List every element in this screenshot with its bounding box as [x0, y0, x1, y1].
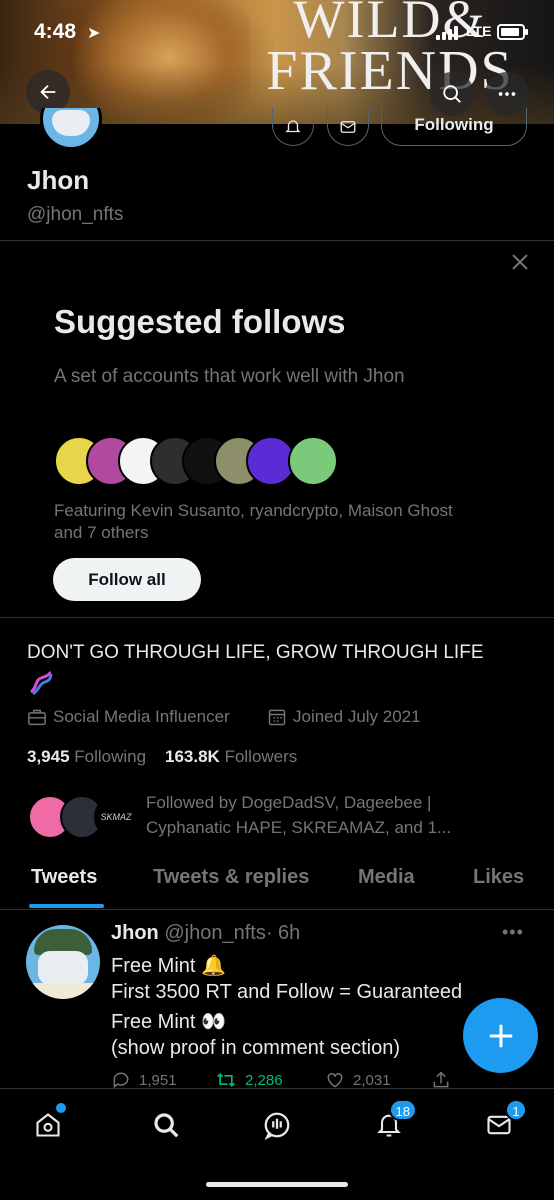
network-label: LTE — [466, 23, 492, 39]
followers-label: Followers — [224, 747, 298, 766]
followed-by-avatars[interactable]: SKMAZ — [28, 795, 138, 841]
search-icon — [443, 85, 461, 103]
message-button[interactable] — [327, 108, 369, 146]
messages-badge: 1 — [505, 1099, 527, 1121]
following-count: 3,945 — [27, 747, 70, 766]
tweet-header: Jhon @jhon_nfts· 6h — [111, 922, 300, 945]
battery-icon — [497, 24, 528, 40]
follow-all-button[interactable]: Follow all — [53, 558, 201, 601]
suggested-subtitle: A set of accounts that work well with Jh… — [54, 366, 405, 387]
featuring-line: and 7 others — [54, 523, 149, 542]
compose-tweet-button[interactable] — [463, 998, 538, 1073]
share-icon — [433, 1071, 449, 1088]
home-indicator[interactable] — [206, 1182, 348, 1187]
mail-icon — [340, 120, 356, 133]
notifications-badge: 18 — [388, 1099, 417, 1121]
profile-handle: @jhon_nfts — [27, 204, 124, 225]
following-button[interactable]: Following — [381, 108, 527, 146]
tweet-text-line: (show proof in comment section) — [111, 1037, 401, 1059]
followed-by-line: Cyphanatic HAPE, SKREAMAZ, and 1... — [146, 818, 452, 837]
tweet-text-line: First 3500 RT and Follow = Guaranteed — [111, 981, 463, 1003]
more-dots-icon — [498, 92, 516, 96]
tweet-author-name[interactable]: Jhon — [111, 922, 159, 944]
divider — [0, 617, 554, 618]
reply-icon — [113, 1072, 129, 1089]
following-label: Following — [74, 747, 147, 766]
tweet-author-handle[interactable]: @jhon_nfts — [164, 922, 265, 944]
reply-count: 1,951 — [139, 1071, 177, 1089]
category-text: Social Media Influencer — [53, 707, 230, 726]
active-tab-indicator — [29, 904, 104, 908]
notify-button[interactable] — [272, 108, 314, 146]
briefcase-icon — [28, 709, 46, 726]
joined-text: Joined July 2021 — [293, 707, 421, 726]
tab-likes[interactable]: Likes — [473, 866, 524, 889]
featuring-line: Featuring Kevin Susanto, ryandcrypto, Ma… — [54, 501, 453, 520]
followers-count: 163.8K — [165, 747, 220, 766]
heart-icon — [327, 1072, 343, 1088]
profile-tabs: Tweets Tweets & replies Media Likes — [0, 860, 554, 910]
close-icon — [512, 254, 528, 270]
retweet-button[interactable]: 2,286 — [215, 1070, 283, 1090]
profile-bio: DON'T GO THROUGH LIFE, GROW THROUGH LIFE — [27, 642, 484, 663]
search-icon — [154, 1113, 179, 1138]
like-button[interactable]: 2,031 — [325, 1070, 391, 1090]
retweet-count: 2,286 — [245, 1071, 283, 1089]
divider — [0, 240, 554, 241]
profile-avatar[interactable] — [40, 108, 102, 152]
tweet-more-icon[interactable]: ••• — [502, 922, 524, 943]
retweet-icon — [217, 1072, 235, 1088]
profile-joined: Joined July 2021 — [267, 707, 421, 727]
followed-by-line: Followed by DogeDadSV, Dageebee | — [146, 793, 432, 812]
avatar-face — [52, 110, 90, 136]
divider — [0, 909, 554, 910]
status-bar: 4:48 ➤ LTE — [0, 0, 554, 60]
tab-tweets-replies[interactable]: Tweets & replies — [153, 866, 309, 889]
profile-category: Social Media Influencer — [27, 707, 230, 727]
nav-spaces[interactable] — [257, 1105, 297, 1145]
featuring-text: Featuring Kevin Susanto, ryandcrypto, Ma… — [54, 500, 524, 544]
nav-home[interactable] — [28, 1103, 68, 1145]
home-icon — [36, 1113, 60, 1137]
suggested-title: Suggested follows — [54, 303, 346, 340]
calendar-icon — [268, 709, 286, 726]
plus-icon — [489, 1024, 512, 1047]
followers-count-link[interactable]: 163.8K Followers — [165, 747, 297, 766]
followed-by-text[interactable]: Followed by DogeDadSV, Dageebee | Cyphan… — [146, 790, 496, 840]
status-time: 4:48 — [34, 20, 77, 43]
avatar-face — [38, 951, 88, 985]
tweet-actions: 1,951 2,286 2,031 — [111, 1070, 471, 1090]
tab-media[interactable]: Media — [358, 866, 415, 889]
tab-tweets[interactable]: Tweets — [31, 866, 97, 889]
bell-icon — [285, 119, 301, 132]
follow-counts: 3,945 Following 163.8K Followers — [27, 747, 297, 767]
tweet-avatar[interactable] — [26, 925, 100, 999]
tweet-text-line: Free Mint 🔔 — [111, 955, 226, 977]
share-button[interactable] — [431, 1070, 451, 1090]
profile-name: Jhon — [27, 165, 90, 195]
avatar-scarf — [32, 983, 94, 999]
nav-messages[interactable]: 1 — [479, 1099, 527, 1145]
suggested-avatar[interactable] — [288, 436, 338, 486]
following-count-link[interactable]: 3,945 Following — [27, 747, 146, 766]
dna-emoji-icon — [30, 670, 53, 696]
like-count: 2,031 — [353, 1071, 391, 1089]
nav-search[interactable] — [146, 1105, 186, 1145]
close-suggested-button[interactable] — [508, 250, 532, 274]
home-dot-badge — [56, 1103, 66, 1113]
tweet-time: · 6h — [265, 922, 301, 944]
spaces-icon — [264, 1112, 290, 1140]
nav-notifications[interactable]: 18 — [369, 1099, 417, 1145]
signal-icon — [436, 26, 458, 40]
back-arrow-icon — [40, 84, 56, 100]
reply-button[interactable]: 1,951 — [111, 1070, 177, 1090]
location-arrow-icon: ➤ — [87, 25, 101, 42]
follower-avatar: SKMAZ — [94, 795, 138, 839]
tweet-text-line: Free Mint 👀 — [111, 1011, 226, 1033]
